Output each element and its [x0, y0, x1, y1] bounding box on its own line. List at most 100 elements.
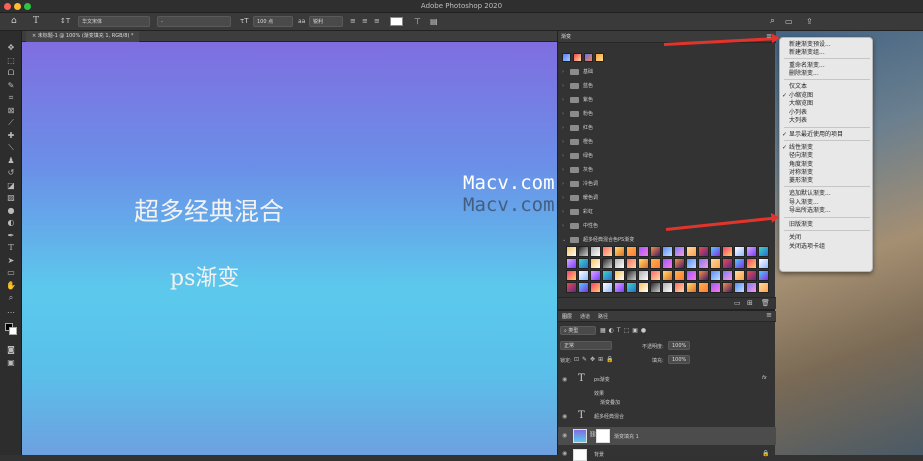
gradient-swatch[interactable] — [650, 270, 661, 281]
gradient-swatch[interactable] — [734, 282, 745, 293]
menu-item[interactable]: 关闭 — [789, 234, 801, 241]
layer-filter-icons[interactable]: ▦◐T⬚▣● — [600, 327, 649, 334]
font-family-select[interactable]: 华文宋体 — [78, 16, 150, 27]
menu-item[interactable]: 线性渐变 — [789, 144, 813, 151]
gradient-group[interactable]: › 红色 — [562, 122, 772, 135]
gradient-swatch[interactable] — [614, 258, 625, 269]
gradient-swatch[interactable] — [602, 282, 613, 293]
menu-item[interactable]: 大列表 — [789, 117, 807, 124]
menu-item[interactable]: 角度渐变 — [789, 161, 813, 168]
move-tool-icon[interactable]: ✥ — [6, 43, 16, 53]
path-select-tool-icon[interactable]: ➤ — [6, 256, 16, 266]
gradient-swatch[interactable] — [566, 270, 577, 281]
menu-item[interactable]: 导出所选渐变... — [789, 207, 831, 214]
gradient-swatch[interactable] — [662, 282, 673, 293]
gradient-group[interactable]: › 彩虹 — [562, 206, 772, 219]
marquee-tool-icon[interactable]: ⬚ — [6, 56, 16, 66]
search-icon[interactable]: ⌕ — [770, 16, 775, 27]
gradient-group[interactable]: › 暖色调 — [562, 192, 772, 205]
menu-item[interactable]: 小缩览图 — [789, 92, 813, 99]
layer-row-selected[interactable]: ◉ ⛓ 渐变填充 1 — [558, 427, 776, 445]
gradient-swatch[interactable] — [722, 270, 733, 281]
gradient-group[interactable]: › 紫色 — [562, 94, 772, 107]
gradient-group[interactable]: › 蓝色 — [562, 80, 772, 93]
gradient-swatch[interactable] — [590, 282, 601, 293]
gradient-swatch[interactable] — [650, 282, 661, 293]
font-size-select[interactable]: 100 点 — [253, 16, 293, 27]
background-color-swatch[interactable] — [9, 327, 17, 335]
healing-tool-icon[interactable]: ✚ — [6, 131, 16, 141]
frame-tool-icon[interactable]: ⊠ — [6, 106, 16, 116]
gradient-swatch[interactable] — [602, 246, 613, 257]
history-brush-tool-icon[interactable]: ↺ — [6, 168, 16, 178]
menu-item[interactable]: 大缩览图 — [789, 100, 813, 107]
gradient-swatch[interactable] — [758, 258, 769, 269]
eyedropper-tool-icon[interactable]: ⟋ — [6, 118, 16, 128]
screen-mode-icon[interactable]: ▣ — [6, 358, 16, 368]
gradients-panel-tab[interactable]: 渐变 — [561, 33, 571, 40]
type-tool-icon[interactable]: T — [6, 243, 16, 253]
align-left-icon[interactable]: ≡ — [350, 16, 356, 27]
gradient-swatch[interactable] — [626, 246, 637, 257]
menu-item[interactable]: 显示最近使用的项目 — [789, 131, 843, 138]
layer-effect-item[interactable]: 渐变叠加 — [558, 398, 776, 407]
character-panel-icon[interactable]: ▤ — [430, 16, 438, 27]
menu-item[interactable]: 小列表 — [789, 109, 807, 116]
eraser-tool-icon[interactable]: ◪ — [6, 181, 16, 191]
gradient-swatch[interactable] — [626, 270, 637, 281]
eye-icon[interactable]: ◉ — [562, 376, 567, 383]
gradient-swatch[interactable] — [710, 246, 721, 257]
workspace-icon[interactable]: ▭ — [785, 16, 793, 27]
gradient-swatch[interactable] — [626, 258, 637, 269]
gradient-swatch[interactable] — [686, 270, 697, 281]
gradient-swatch[interactable] — [698, 270, 709, 281]
recent-gradient-swatch[interactable] — [584, 53, 593, 62]
lock-icons[interactable]: ⊡✎✥⊞🔒 — [574, 356, 617, 363]
gradient-swatch[interactable] — [746, 246, 757, 257]
menu-item[interactable]: 旧版渐变 — [789, 221, 813, 228]
tab-paths[interactable]: 路径 — [598, 313, 608, 320]
panel-menu-icon[interactable]: ≡ — [766, 311, 772, 319]
gradient-swatch[interactable] — [566, 258, 577, 269]
more-tools-icon[interactable]: … — [6, 306, 16, 316]
blur-tool-icon[interactable]: ● — [6, 206, 16, 216]
gradient-swatch[interactable] — [674, 246, 685, 257]
gradient-swatch[interactable] — [578, 270, 589, 281]
gradient-swatch[interactable] — [722, 282, 733, 293]
layer-kind-filter[interactable]: ⌕ 类型 — [560, 326, 596, 335]
gradient-swatch[interactable] — [686, 246, 697, 257]
menu-item[interactable]: 重命名渐变... — [789, 62, 825, 69]
home-icon[interactable]: ⌂ — [11, 16, 17, 27]
lasso-tool-icon[interactable]: ᗝ — [6, 68, 16, 78]
gradient-swatch[interactable] — [590, 258, 601, 269]
menu-item[interactable]: 关闭选项卡组 — [789, 243, 825, 250]
gradient-swatch[interactable] — [674, 282, 685, 293]
gradient-swatch[interactable] — [758, 282, 769, 293]
menu-item[interactable]: 径向渐变 — [789, 152, 813, 159]
layer-row[interactable]: ◉ T 超多经典混合 — [558, 409, 776, 425]
shape-tool-icon[interactable]: ▭ — [6, 268, 16, 278]
eye-icon[interactable]: ◉ — [562, 450, 567, 457]
gradient-swatch[interactable] — [614, 246, 625, 257]
tab-layers[interactable]: 图层 — [562, 313, 572, 320]
recent-gradient-swatch[interactable] — [573, 53, 582, 62]
crop-tool-icon[interactable]: ⌗ — [6, 93, 16, 103]
gradient-swatch[interactable] — [650, 258, 661, 269]
tab-channels[interactable]: 通道 — [580, 313, 590, 320]
new-gradient-icon[interactable]: ⊞ — [747, 299, 753, 307]
gradient-tool-icon[interactable]: ▨ — [6, 193, 16, 203]
gradient-swatch[interactable] — [722, 258, 733, 269]
layer-effects-row[interactable]: 效果 — [558, 389, 776, 398]
gradient-swatch[interactable] — [734, 270, 745, 281]
gradient-swatch[interactable] — [734, 258, 745, 269]
fill-input[interactable]: 100% — [668, 355, 690, 364]
gradient-swatch[interactable] — [638, 282, 649, 293]
menu-item[interactable]: 仅文本 — [789, 83, 807, 90]
menu-item[interactable]: 删除渐变... — [789, 70, 819, 77]
blend-mode-select[interactable]: 正常 — [560, 341, 612, 350]
gradient-swatch[interactable] — [638, 246, 649, 257]
gradient-swatch[interactable] — [614, 282, 625, 293]
gradient-swatch[interactable] — [578, 282, 589, 293]
text-color-swatch[interactable] — [390, 17, 403, 26]
new-group-icon[interactable]: ▭ — [734, 299, 741, 307]
